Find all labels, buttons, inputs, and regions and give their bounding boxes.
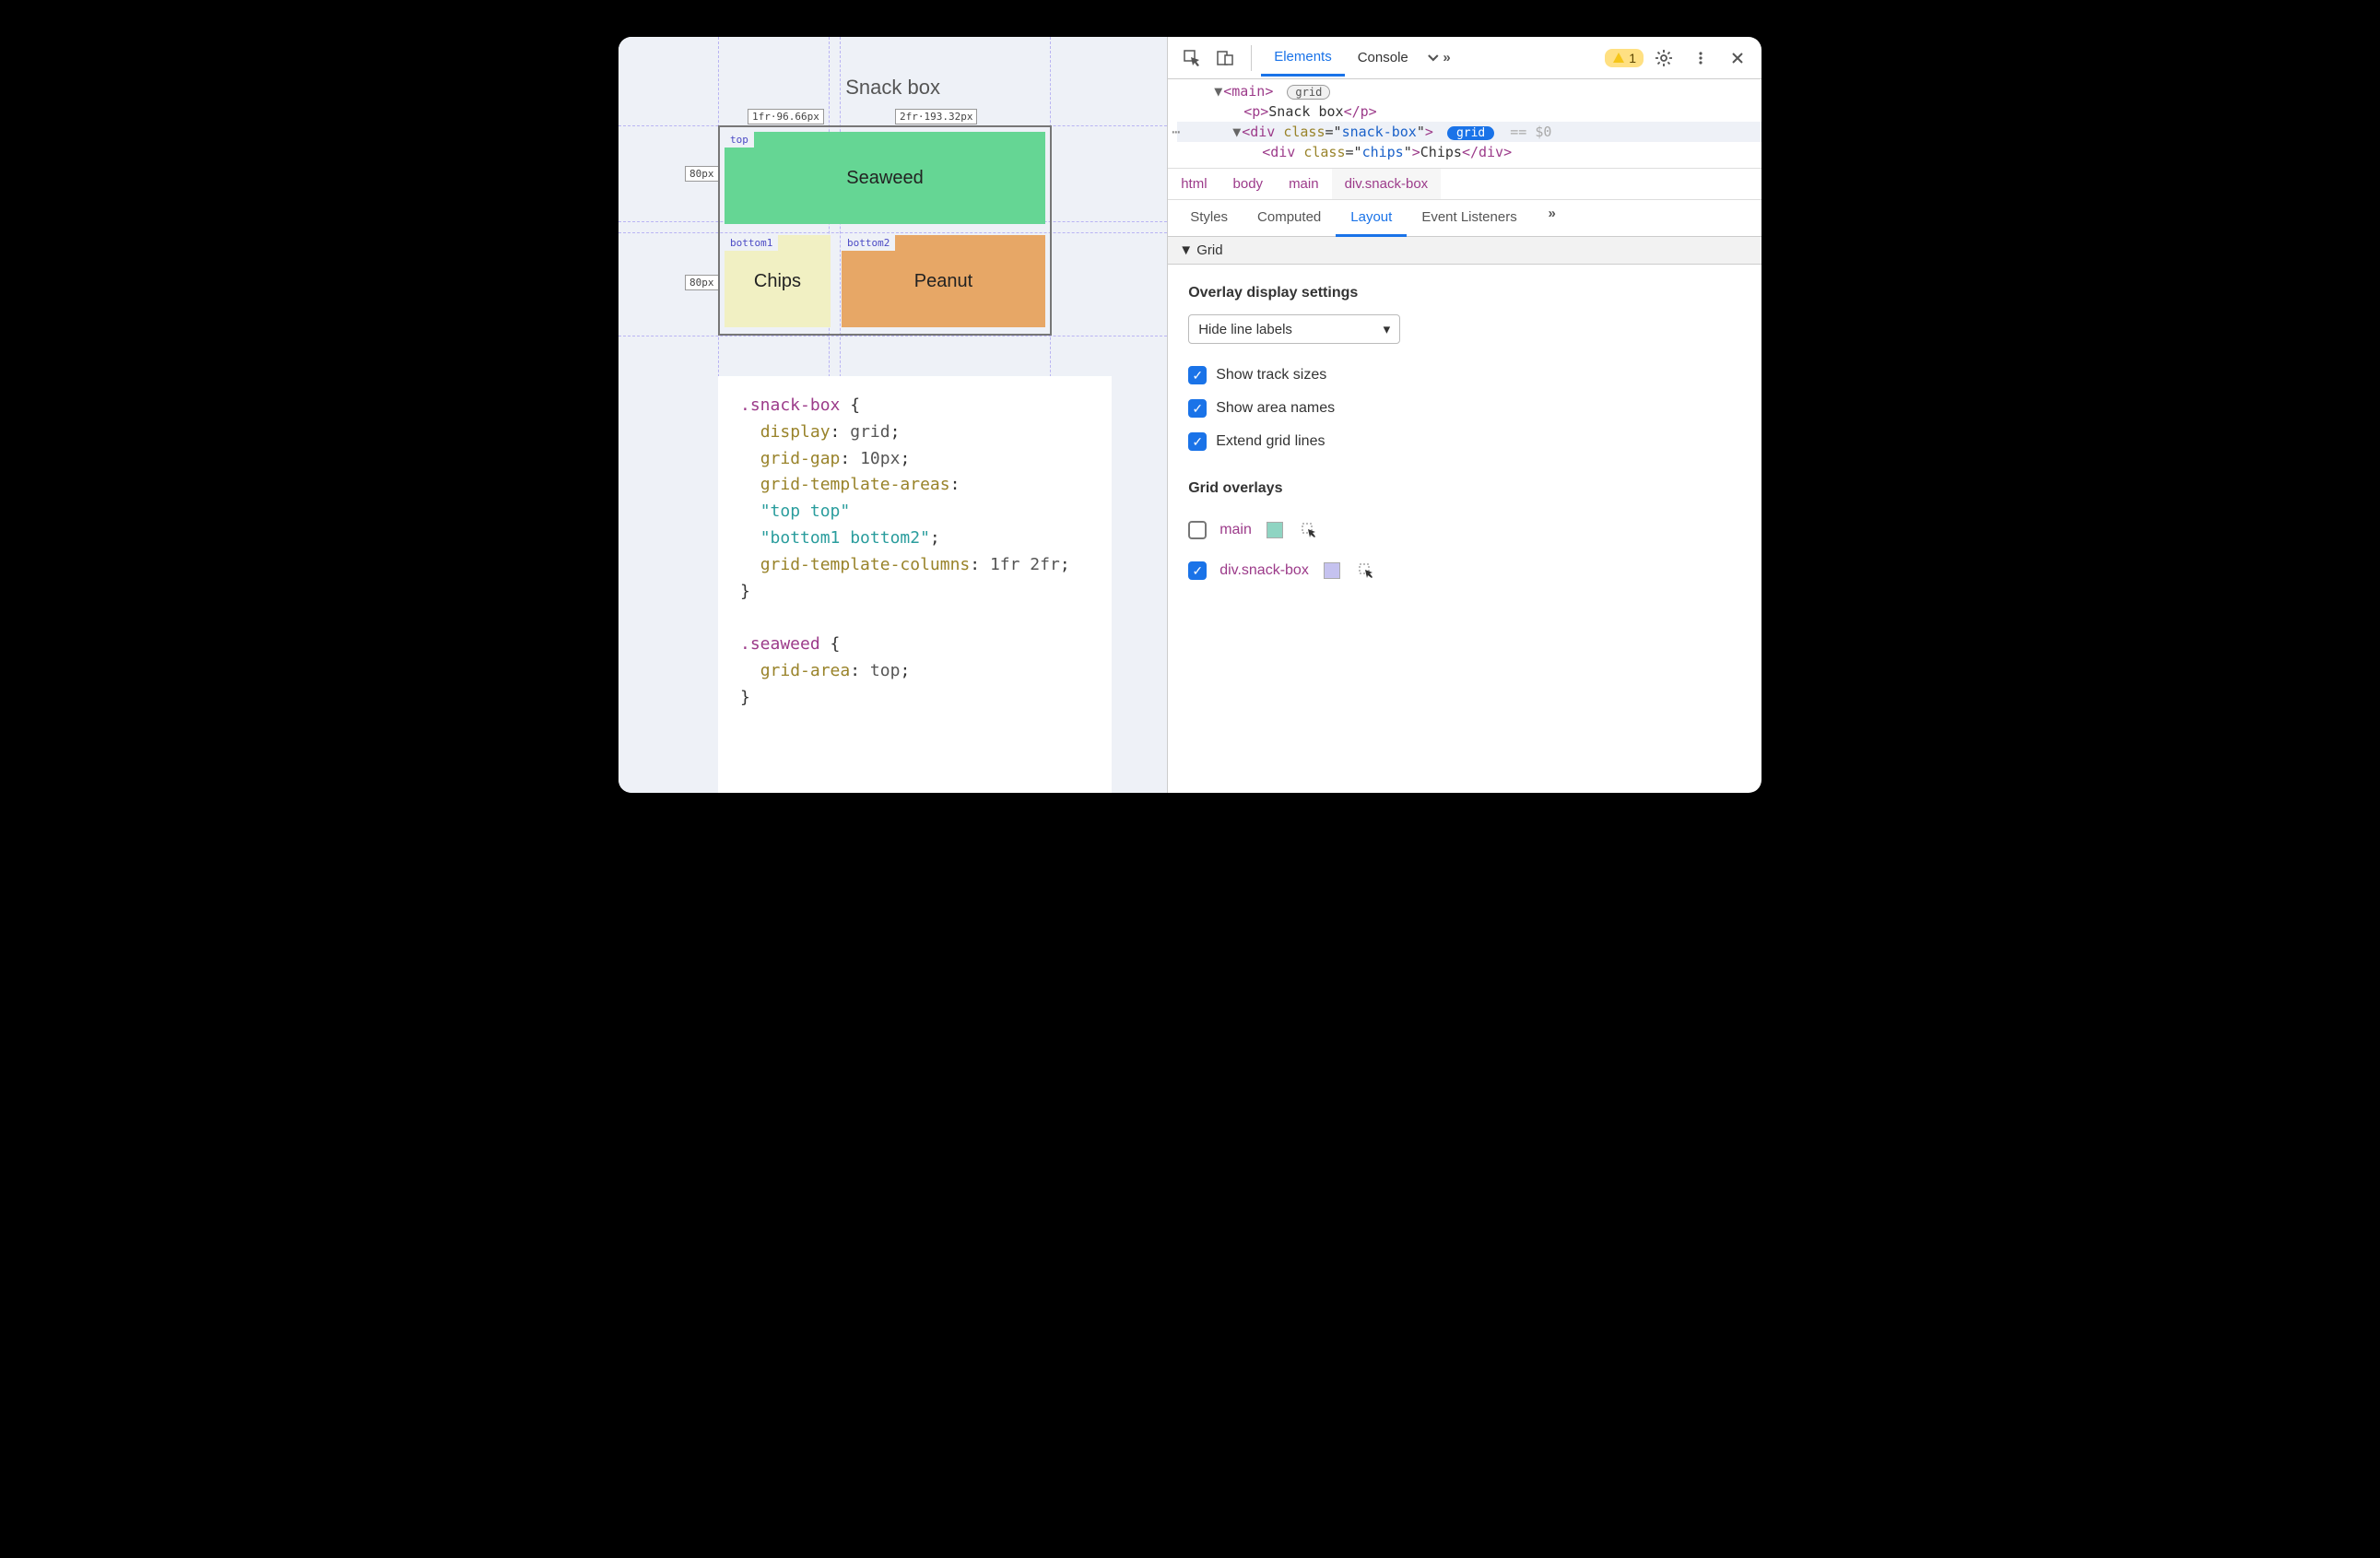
crumb-main[interactable]: main xyxy=(1276,169,1332,199)
tile-chips-label: Chips xyxy=(754,271,801,292)
subtabs: Styles Computed Layout Event Listeners » xyxy=(1168,200,1761,237)
highlight-icon[interactable] xyxy=(1296,517,1322,543)
devtools-panel: Elements Console » 1 xyxy=(1167,37,1761,793)
check-area-names-label: Show area names xyxy=(1216,400,1335,417)
dom-selected-row[interactable]: ▼<div class="snack-box"> grid == $0 xyxy=(1177,122,1761,142)
layout-body: Overlay display settings Hide line label… xyxy=(1168,265,1761,793)
track-label-col2: 2fr·193.32px xyxy=(895,109,977,124)
subtab-computed[interactable]: Computed xyxy=(1243,200,1336,236)
area-tag-bottom2: bottom2 xyxy=(842,235,895,251)
tile-peanut-label: Peanut xyxy=(914,271,972,292)
tile-seaweed: top Seaweed xyxy=(725,132,1045,224)
swatch-snackbox[interactable] xyxy=(1324,562,1340,579)
overlay-settings-title: Overlay display settings xyxy=(1188,285,1741,301)
tile-seaweed-label: Seaweed xyxy=(846,168,923,189)
check-area-names[interactable]: ✓ Show area names xyxy=(1188,392,1741,425)
area-tag-bottom1: bottom1 xyxy=(725,235,778,251)
checkbox-checked-icon: ✓ xyxy=(1188,561,1207,580)
grid-badge-outline[interactable]: grid xyxy=(1287,85,1330,100)
checkbox-checked-icon: ✓ xyxy=(1188,432,1207,451)
checkbox-empty-icon xyxy=(1188,521,1207,539)
highlight-icon[interactable] xyxy=(1353,558,1379,584)
more-subtabs-icon[interactable]: » xyxy=(1539,200,1565,226)
window: Snack box 1fr·96.66px 2fr·193.32px 80px … xyxy=(619,37,1761,793)
grid-container: top Seaweed bottom1 Chips bottom2 Peanut xyxy=(718,125,1052,336)
subtab-styles[interactable]: Styles xyxy=(1175,200,1243,236)
track-label-row1: 80px xyxy=(685,166,719,182)
settings-icon[interactable] xyxy=(1651,45,1677,71)
check-extend-lines-label: Extend grid lines xyxy=(1216,433,1325,450)
warning-badge[interactable]: 1 xyxy=(1605,49,1644,67)
tile-chips: bottom1 Chips xyxy=(725,235,831,327)
check-extend-lines[interactable]: ✓ Extend grid lines xyxy=(1188,425,1741,458)
dom-tree[interactable]: ▼<main> grid <p>Snack box</p> ▼<div clas… xyxy=(1168,79,1761,168)
device-toggle-icon[interactable] xyxy=(1212,45,1238,71)
checkbox-checked-icon: ✓ xyxy=(1188,399,1207,418)
track-label-col1: 1fr·96.66px xyxy=(748,109,824,124)
more-tabs-icon[interactable]: » xyxy=(1425,45,1451,71)
crumb-selected[interactable]: div.snack-box xyxy=(1332,169,1442,199)
area-tag-top: top xyxy=(725,132,754,148)
overlay-main-label: main xyxy=(1219,522,1252,538)
track-label-row2: 80px xyxy=(685,275,719,290)
element-inspect-icon[interactable] xyxy=(1179,45,1205,71)
tab-console[interactable]: Console xyxy=(1345,41,1421,75)
grid-overlays-title: Grid overlays xyxy=(1188,480,1741,497)
tab-elements[interactable]: Elements xyxy=(1261,40,1345,77)
overlay-snackbox-row[interactable]: ✓ div.snack-box xyxy=(1188,550,1741,591)
check-track-sizes[interactable]: ✓ Show track sizes xyxy=(1188,359,1741,392)
line-labels-select[interactable]: Hide line labels ▾ xyxy=(1188,314,1400,344)
tile-peanut: bottom2 Peanut xyxy=(842,235,1045,327)
line-labels-value: Hide line labels xyxy=(1198,322,1292,337)
grid-badge-solid[interactable]: grid xyxy=(1447,126,1494,140)
crumb-body[interactable]: body xyxy=(1220,169,1277,199)
dom-dollar-zero: == $0 xyxy=(1510,124,1551,140)
breadcrumb: html body main div.snack-box xyxy=(1168,168,1761,200)
page-title: Snack box xyxy=(619,76,1167,100)
crumb-html[interactable]: html xyxy=(1168,169,1219,199)
devtools-toolbar: Elements Console » 1 xyxy=(1168,37,1761,79)
chevron-down-icon: ▾ xyxy=(1384,321,1391,337)
subtab-events[interactable]: Event Listeners xyxy=(1407,200,1531,236)
kebab-menu-icon[interactable] xyxy=(1688,45,1714,71)
overlay-snackbox-label: div.snack-box xyxy=(1219,562,1309,579)
check-track-sizes-label: Show track sizes xyxy=(1216,367,1326,384)
css-source: .snack-box { display: grid; grid-gap: 10… xyxy=(718,376,1112,793)
rendered-page: Snack box 1fr·96.66px 2fr·193.32px 80px … xyxy=(619,37,1167,793)
warning-count: 1 xyxy=(1629,51,1636,65)
overlay-main-row[interactable]: main xyxy=(1188,510,1741,550)
close-icon[interactable] xyxy=(1725,45,1750,71)
checkbox-checked-icon: ✓ xyxy=(1188,366,1207,384)
subtab-layout[interactable]: Layout xyxy=(1336,200,1407,237)
swatch-main[interactable] xyxy=(1267,522,1283,538)
grid-section-header[interactable]: Grid xyxy=(1168,237,1761,265)
